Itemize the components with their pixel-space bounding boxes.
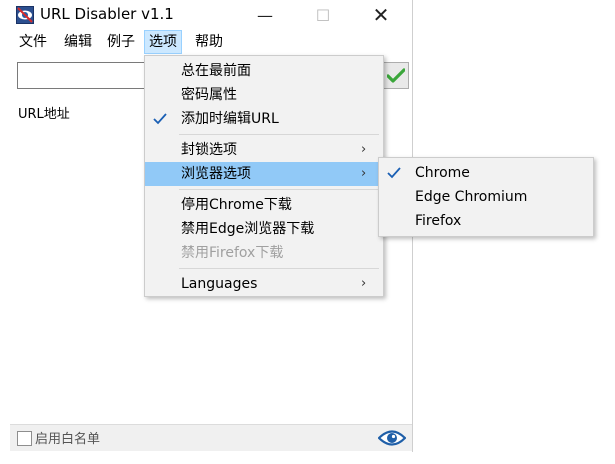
menu-item-always-on-top[interactable]: 总在最前面 <box>145 59 383 83</box>
menu-edit[interactable]: 编辑 <box>60 30 96 54</box>
menu-options[interactable]: 选项 <box>144 30 182 54</box>
status-bar: 启用白名单 <box>10 424 412 451</box>
confirm-button[interactable] <box>383 62 409 89</box>
check-icon <box>153 113 167 125</box>
submenu-item-label: Chrome <box>415 165 470 181</box>
menu-item-block-options[interactable]: 封锁选项 › <box>145 138 383 162</box>
eye-icon[interactable] <box>378 428 406 448</box>
url-list-header: URL地址 <box>18 107 70 122</box>
submenu-arrow-icon: › <box>361 276 367 291</box>
menu-item-label: 密码属性 <box>181 87 237 103</box>
menu-item-disable-edge-download[interactable]: 禁用Edge浏览器下载 <box>145 217 383 241</box>
menu-separator <box>179 189 379 190</box>
menu-item-browser-options[interactable]: 浏览器选项 › <box>145 162 383 186</box>
menu-separator <box>179 134 379 135</box>
close-button[interactable]: ✕ <box>358 0 404 30</box>
menu-item-disable-firefox-download: 禁用Firefox下载 <box>145 241 383 265</box>
menu-bar: 文件 编辑 例子 选项 帮助 <box>10 30 412 54</box>
browser-options-submenu: Chrome Edge Chromium Firefox <box>378 157 594 237</box>
menu-separator <box>179 268 379 269</box>
submenu-item-label: Firefox <box>415 213 462 229</box>
maximize-button[interactable]: ☐ <box>300 0 346 30</box>
menu-item-label: 封锁选项 <box>181 142 237 158</box>
menu-item-label: 浏览器选项 <box>181 166 251 182</box>
window-title: URL Disabler v1.1 <box>40 5 174 23</box>
menu-help[interactable]: 帮助 <box>191 30 227 54</box>
options-dropdown-menu: 总在最前面 密码属性 添加时编辑URL 封锁选项 › 浏览器选项 › 停用Chr… <box>144 55 384 297</box>
checkmark-icon <box>387 67 405 83</box>
menu-item-label: 添加时编辑URL <box>181 111 279 127</box>
menu-item-label: 禁用Edge浏览器下载 <box>181 221 315 237</box>
submenu-item-firefox[interactable]: Firefox <box>379 209 593 233</box>
menu-item-label: 禁用Firefox下载 <box>181 245 284 261</box>
minimize-button[interactable]: — <box>242 0 288 30</box>
menu-item-languages[interactable]: Languages › <box>145 272 383 296</box>
menu-item-label: Languages <box>181 276 258 292</box>
submenu-arrow-icon: › <box>361 166 367 181</box>
menu-file[interactable]: 文件 <box>15 30 51 54</box>
whitelist-label[interactable]: 启用白名单 <box>35 428 100 447</box>
menu-examples[interactable]: 例子 <box>103 30 139 54</box>
title-bar[interactable]: URL Disabler v1.1 — ☐ ✕ <box>10 0 412 30</box>
menu-item-label: 总在最前面 <box>181 63 251 79</box>
submenu-item-edge-chromium[interactable]: Edge Chromium <box>379 185 593 209</box>
check-icon <box>387 167 401 179</box>
menu-item-edit-url-on-add[interactable]: 添加时编辑URL <box>145 107 383 131</box>
submenu-item-chrome[interactable]: Chrome <box>379 161 593 185</box>
menu-item-password-properties[interactable]: 密码属性 <box>145 83 383 107</box>
whitelist-checkbox[interactable] <box>17 431 32 446</box>
submenu-item-label: Edge Chromium <box>415 189 528 205</box>
menu-item-label: 停用Chrome下载 <box>181 197 292 213</box>
submenu-arrow-icon: › <box>361 142 367 157</box>
app-logo-icon <box>16 6 34 24</box>
menu-item-disable-chrome-download[interactable]: 停用Chrome下载 <box>145 193 383 217</box>
